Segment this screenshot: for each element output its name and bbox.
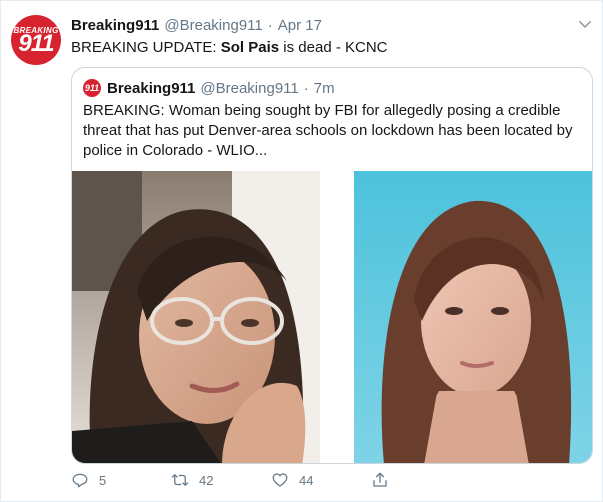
retweet-button[interactable]: 42 bbox=[171, 468, 213, 492]
quoted-timestamp: 7m bbox=[313, 79, 335, 97]
photo-left[interactable] bbox=[72, 171, 320, 463]
tweet-text-bold: Sol Pais bbox=[220, 39, 280, 56]
quoted-tweet-header: 911 Breaking911 @Breaking911 · 7m bbox=[83, 78, 335, 98]
quoted-separator-dot: · bbox=[303, 79, 309, 97]
retweet-count: 42 bbox=[199, 472, 214, 488]
retweet-icon bbox=[171, 474, 189, 486]
avatar[interactable]: BREAKING 911 bbox=[11, 15, 61, 65]
tweet-text-suffix: is dead - KCNC bbox=[279, 39, 388, 56]
quoted-tweet[interactable]: 911 Breaking911 @Breaking911 · 7m BREAKI… bbox=[71, 67, 593, 464]
tweet-text: BREAKING UPDATE: Sol Pais is dead - KCNC bbox=[71, 38, 388, 58]
separator-dot: · bbox=[267, 16, 273, 34]
display-name[interactable]: Breaking911 bbox=[71, 17, 159, 34]
quoted-avatar: 911 bbox=[83, 79, 101, 97]
quoted-tweet-text: BREAKING: Woman being sought by FBI for … bbox=[83, 102, 573, 159]
reply-button[interactable]: 5 bbox=[71, 468, 106, 492]
avatar-brand-number: 911 bbox=[18, 30, 54, 57]
quoted-user-handle: @Breaking911 bbox=[200, 79, 299, 97]
share-icon bbox=[373, 472, 387, 487]
tweet-actions: 5 42 44 bbox=[71, 468, 401, 492]
reply-icon bbox=[72, 473, 88, 488]
photo-right[interactable] bbox=[354, 171, 592, 463]
share-button[interactable] bbox=[371, 468, 399, 492]
like-count: 44 bbox=[299, 472, 314, 488]
tweet-text-prefix: BREAKING UPDATE: bbox=[71, 39, 221, 56]
heart-icon bbox=[272, 473, 288, 487]
chevron-down-icon[interactable] bbox=[576, 15, 594, 33]
quoted-display-name: Breaking911 bbox=[107, 79, 196, 97]
tweet-card[interactable]: BREAKING 911 Breaking911 @Breaking911 · … bbox=[0, 0, 603, 502]
like-button[interactable]: 44 bbox=[271, 468, 313, 492]
tweet-header: Breaking911 @Breaking911 · Apr 17 bbox=[71, 15, 322, 35]
media-gallery bbox=[72, 171, 592, 463]
user-handle[interactable]: @Breaking911 bbox=[164, 17, 262, 34]
reply-count: 5 bbox=[99, 472, 107, 488]
tweet-timestamp[interactable]: Apr 17 bbox=[278, 17, 322, 34]
